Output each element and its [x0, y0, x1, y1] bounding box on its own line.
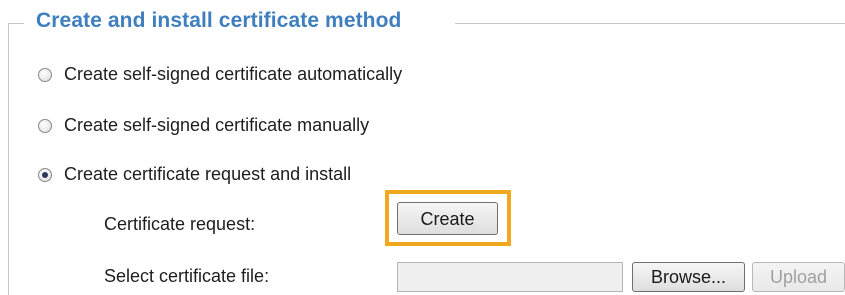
browse-button[interactable]: Browse... — [632, 262, 745, 292]
option-label: Create self-signed certificate automatic… — [64, 64, 403, 84]
upload-button[interactable]: Upload — [752, 262, 845, 292]
option-self-signed-automatic[interactable]: Create self-signed certificate automatic… — [38, 64, 402, 85]
fieldset-border-top-left — [8, 23, 24, 24]
create-request-button[interactable]: Create — [397, 202, 498, 235]
radio-self-signed-automatic[interactable] — [38, 67, 52, 82]
certificate-file-path-field[interactable] — [397, 262, 623, 292]
section-legend: Create and install certificate method — [36, 9, 402, 32]
option-self-signed-manual[interactable]: Create self-signed certificate manually — [38, 115, 369, 136]
fieldset-border-left — [8, 23, 9, 295]
option-label: Create self-signed certificate manually — [64, 115, 370, 135]
option-label: Create certificate request and install — [64, 164, 352, 184]
option-request-and-install[interactable]: Create certificate request and install — [38, 164, 351, 185]
radio-request-and-install[interactable] — [38, 167, 52, 182]
fieldset-border-top-right — [455, 23, 845, 24]
radio-self-signed-manual[interactable] — [38, 118, 52, 133]
certificate-method-panel: Create and install certificate method Cr… — [0, 0, 845, 295]
select-certificate-file-label: Select certificate file: — [104, 266, 270, 286]
certificate-request-label: Certificate request: — [104, 214, 256, 234]
